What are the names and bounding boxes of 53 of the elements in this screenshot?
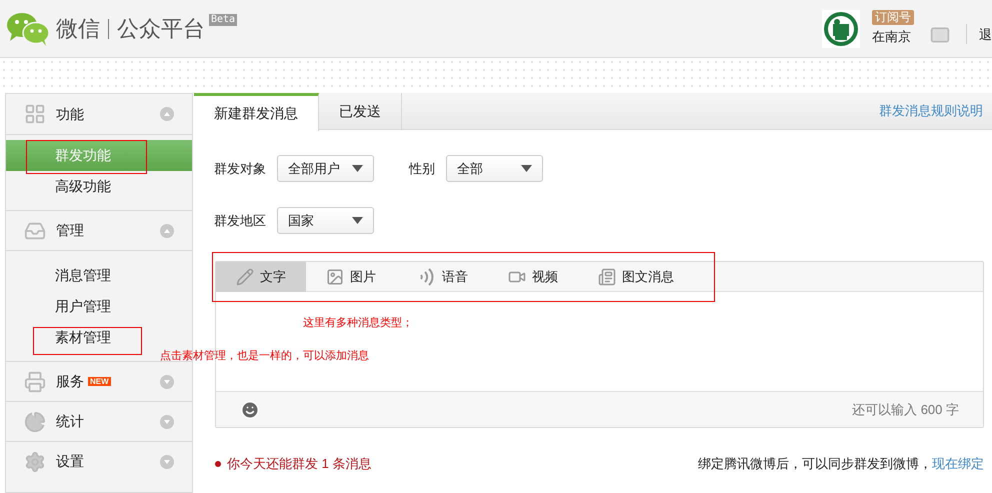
account-type-tag: 订阅号 [872,10,914,26]
message-type-tab[interactable]: 图片 [306,262,396,292]
sidebar-item[interactable]: 高级功能 [6,171,192,202]
logo-text: 微信 [56,15,100,43]
emoji-icon[interactable] [240,400,260,420]
mail-icon[interactable] [930,24,950,44]
collapse-icon[interactable] [160,224,174,238]
annotation-note: 这里有多种消息类型； [303,316,413,331]
tab[interactable]: 已发送 [319,93,402,130]
logout-link[interactable]: 退 [979,24,992,44]
image-icon [326,268,344,286]
dropdown-arrow-icon [521,165,532,172]
sidebar-item[interactable]: 消息管理 [6,260,192,291]
collapse-icon[interactable] [160,107,174,121]
message-type-tab[interactable]: 语音 [396,262,488,292]
gear-icon [24,450,46,472]
sidebar-section-title[interactable]: 设置 [56,451,84,472]
sidebar-section-title[interactable]: 统计 [56,411,84,432]
tab[interactable]: 新建群发消息 [194,93,319,131]
filter-dropdown[interactable]: 国家 [277,207,374,234]
pencil-icon [236,268,254,286]
filter-dropdown[interactable]: 全部 [446,155,543,182]
message-type-tab[interactable]: 视频 [488,262,578,292]
message-type-tab[interactable]: 图文消息 [578,262,694,292]
sidebar-section-title[interactable]: 服务 [56,371,84,392]
bind-link[interactable]: 现在绑定 [932,454,984,474]
expand-icon[interactable] [160,414,174,428]
filter-label: 性别 [409,160,435,178]
expand-icon[interactable] [160,454,174,468]
filter-dropdown[interactable]: 全部用户 [277,155,374,182]
account-name[interactable]: 在南京 [872,27,911,47]
pie-chart-icon [24,410,46,432]
message-type-tab[interactable]: 文字 [216,262,306,292]
quota-notice: 你今天还能群发 1 条消息 [227,455,372,473]
filter-label: 群发地区 [214,212,266,230]
sidebar-item[interactable]: 用户管理 [6,291,192,322]
char-counter: 还可以输入 600 字 [852,400,959,419]
newspaper-icon [598,268,616,286]
beta-label: Beta [209,14,238,26]
chat-bubbles-logo-icon [6,10,50,46]
filter-label: 群发对象 [214,160,266,178]
weibo-note: 绑定腾讯微博后，可以同步群发到微博， [698,455,932,473]
grid-icon [24,103,46,125]
dropdown-arrow-icon [352,217,363,224]
printer-icon [24,370,46,392]
annotation-note: 点击素材管理，也是一样的，可以添加消息 [160,348,369,364]
dropdown-arrow-icon [352,165,363,172]
bullet-icon [215,460,221,467]
expand-icon[interactable] [160,374,174,388]
sidebar-section-title[interactable]: 功能 [56,104,84,124]
sidebar-section-title[interactable]: 管理 [56,220,84,241]
new-badge: NEW [88,377,111,386]
platform-title: 公众平台 [117,15,205,43]
